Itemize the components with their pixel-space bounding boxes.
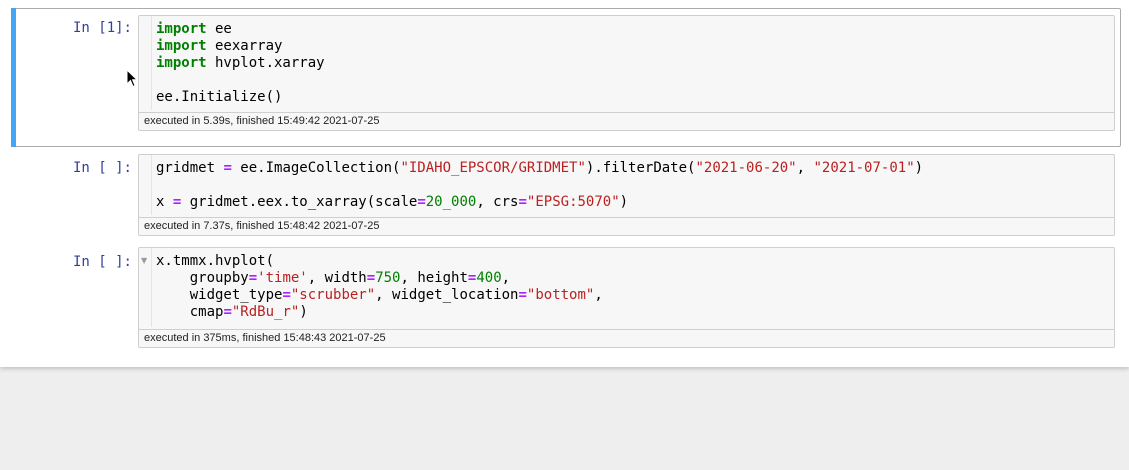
code-line: x = gridmet.eex.to_xarray(scale=20_000, … [156,194,923,211]
code-gutter: ▼ [139,248,152,327]
code-token: "bottom" [526,287,595,303]
code-token: ee [206,21,232,37]
code-token: , width [307,270,367,286]
cell-prompt: In [1]: [72,20,132,36]
code-token: , [796,160,814,176]
code-token: hvplot.xarray [206,55,325,71]
code-input-area[interactable]: gridmet = ee.ImageCollection("IDAHO_EPSC… [138,154,1115,236]
execution-time: executed in 375ms, finished 15:48:43 202… [139,329,1114,347]
code-token: ee.ImageCollection( [231,160,401,176]
code-token: 'time' [257,270,308,286]
code-line: import hvplot.xarray [156,55,325,72]
code-input-area[interactable]: import ee import eexarray import hvplot.xa… [138,15,1115,131]
code-token: gridmet [156,160,224,176]
code-token: , widget_location [375,287,519,303]
code-token: , height [400,270,468,286]
code-token: "IDAHO_EPSCOR/GRIDMET" [400,160,586,176]
code-line: import ee [156,21,325,38]
code-cell-1[interactable]: In [1]: import ee import eexarray import h… [11,8,1121,147]
code-cell-2[interactable]: In [ ]: gridmet = ee.ImageCollection("ID… [11,148,1121,238]
code-token: 750 [375,270,401,286]
execution-time: executed in 5.39s, finished 15:49:42 202… [139,112,1114,130]
code-token: "2021-06-20" [695,160,797,176]
code-line: x.tmmx.hvplot( [156,253,603,270]
notebook-container: In [1]: import ee import eexarray import h… [0,0,1129,367]
code-token: , [501,270,511,286]
code-token: = [366,270,376,286]
cell-prompt: In [ ]: [72,160,132,176]
code-line: widget_type="scrubber", widget_location=… [156,287,603,304]
code-line: ee.Initialize() [156,89,325,106]
code-token: 400 [476,270,502,286]
code-gutter [139,16,152,110]
code-token: = [518,194,527,210]
code-editor[interactable]: gridmet = ee.ImageCollection("IDAHO_EPSC… [156,160,923,211]
code-gutter [139,155,152,215]
code-token: x [156,194,173,210]
code-token: import [156,55,207,71]
code-token: = [223,304,232,320]
code-token: ee.Initialize() [156,89,283,105]
code-token: = [417,194,426,210]
code-cell-3[interactable]: In [ ]: ▼ x.tmmx.hvplot( groupby='time',… [11,242,1121,350]
code-line: cmap="RdBu_r") [156,304,603,321]
code-token: ) [299,304,308,320]
code-line: gridmet = ee.ImageCollection("IDAHO_EPSC… [156,160,923,177]
code-token: 20_000 [425,194,477,210]
code-token: gridmet.eex.to_xarray(scale [181,194,418,210]
code-token: "scrubber" [290,287,376,303]
code-token: = [518,287,527,303]
code-token: ) [914,160,924,176]
code-token: , [594,287,603,303]
fold-arrow-icon[interactable]: ▼ [141,256,147,265]
code-editor[interactable]: import ee import eexarray import hvplot.xa… [156,21,325,106]
code-token: = [223,160,232,176]
execution-time: executed in 7.37s, finished 15:48:42 202… [139,217,1114,235]
code-line: groupby='time', width=750, height=400, [156,270,603,287]
code-input-area[interactable]: ▼ x.tmmx.hvplot( groupby='time', width=7… [138,247,1115,348]
code-token: import [156,38,207,54]
code-token: ).filterDate( [585,160,696,176]
code-token: groupby [156,270,249,286]
code-token: , crs [476,194,519,210]
cell-prompt: In [ ]: [72,254,132,270]
code-token: = [248,270,258,286]
code-token: "EPSG:5070" [526,194,620,210]
code-token: = [282,287,291,303]
mouse-cursor-icon [126,69,138,88]
code-token: cmap [156,304,224,320]
code-token: import [156,21,207,37]
code-line: import eexarray [156,38,325,55]
code-token: "2021-07-01" [813,160,915,176]
code-token: eexarray [206,38,283,54]
code-token: "RdBu_r" [231,304,300,320]
code-editor[interactable]: x.tmmx.hvplot( groupby='time', width=750… [156,253,603,321]
code-token: x.tmmx.hvplot( [156,253,275,269]
code-token: widget_type [156,287,283,303]
code-token: ) [619,194,629,210]
